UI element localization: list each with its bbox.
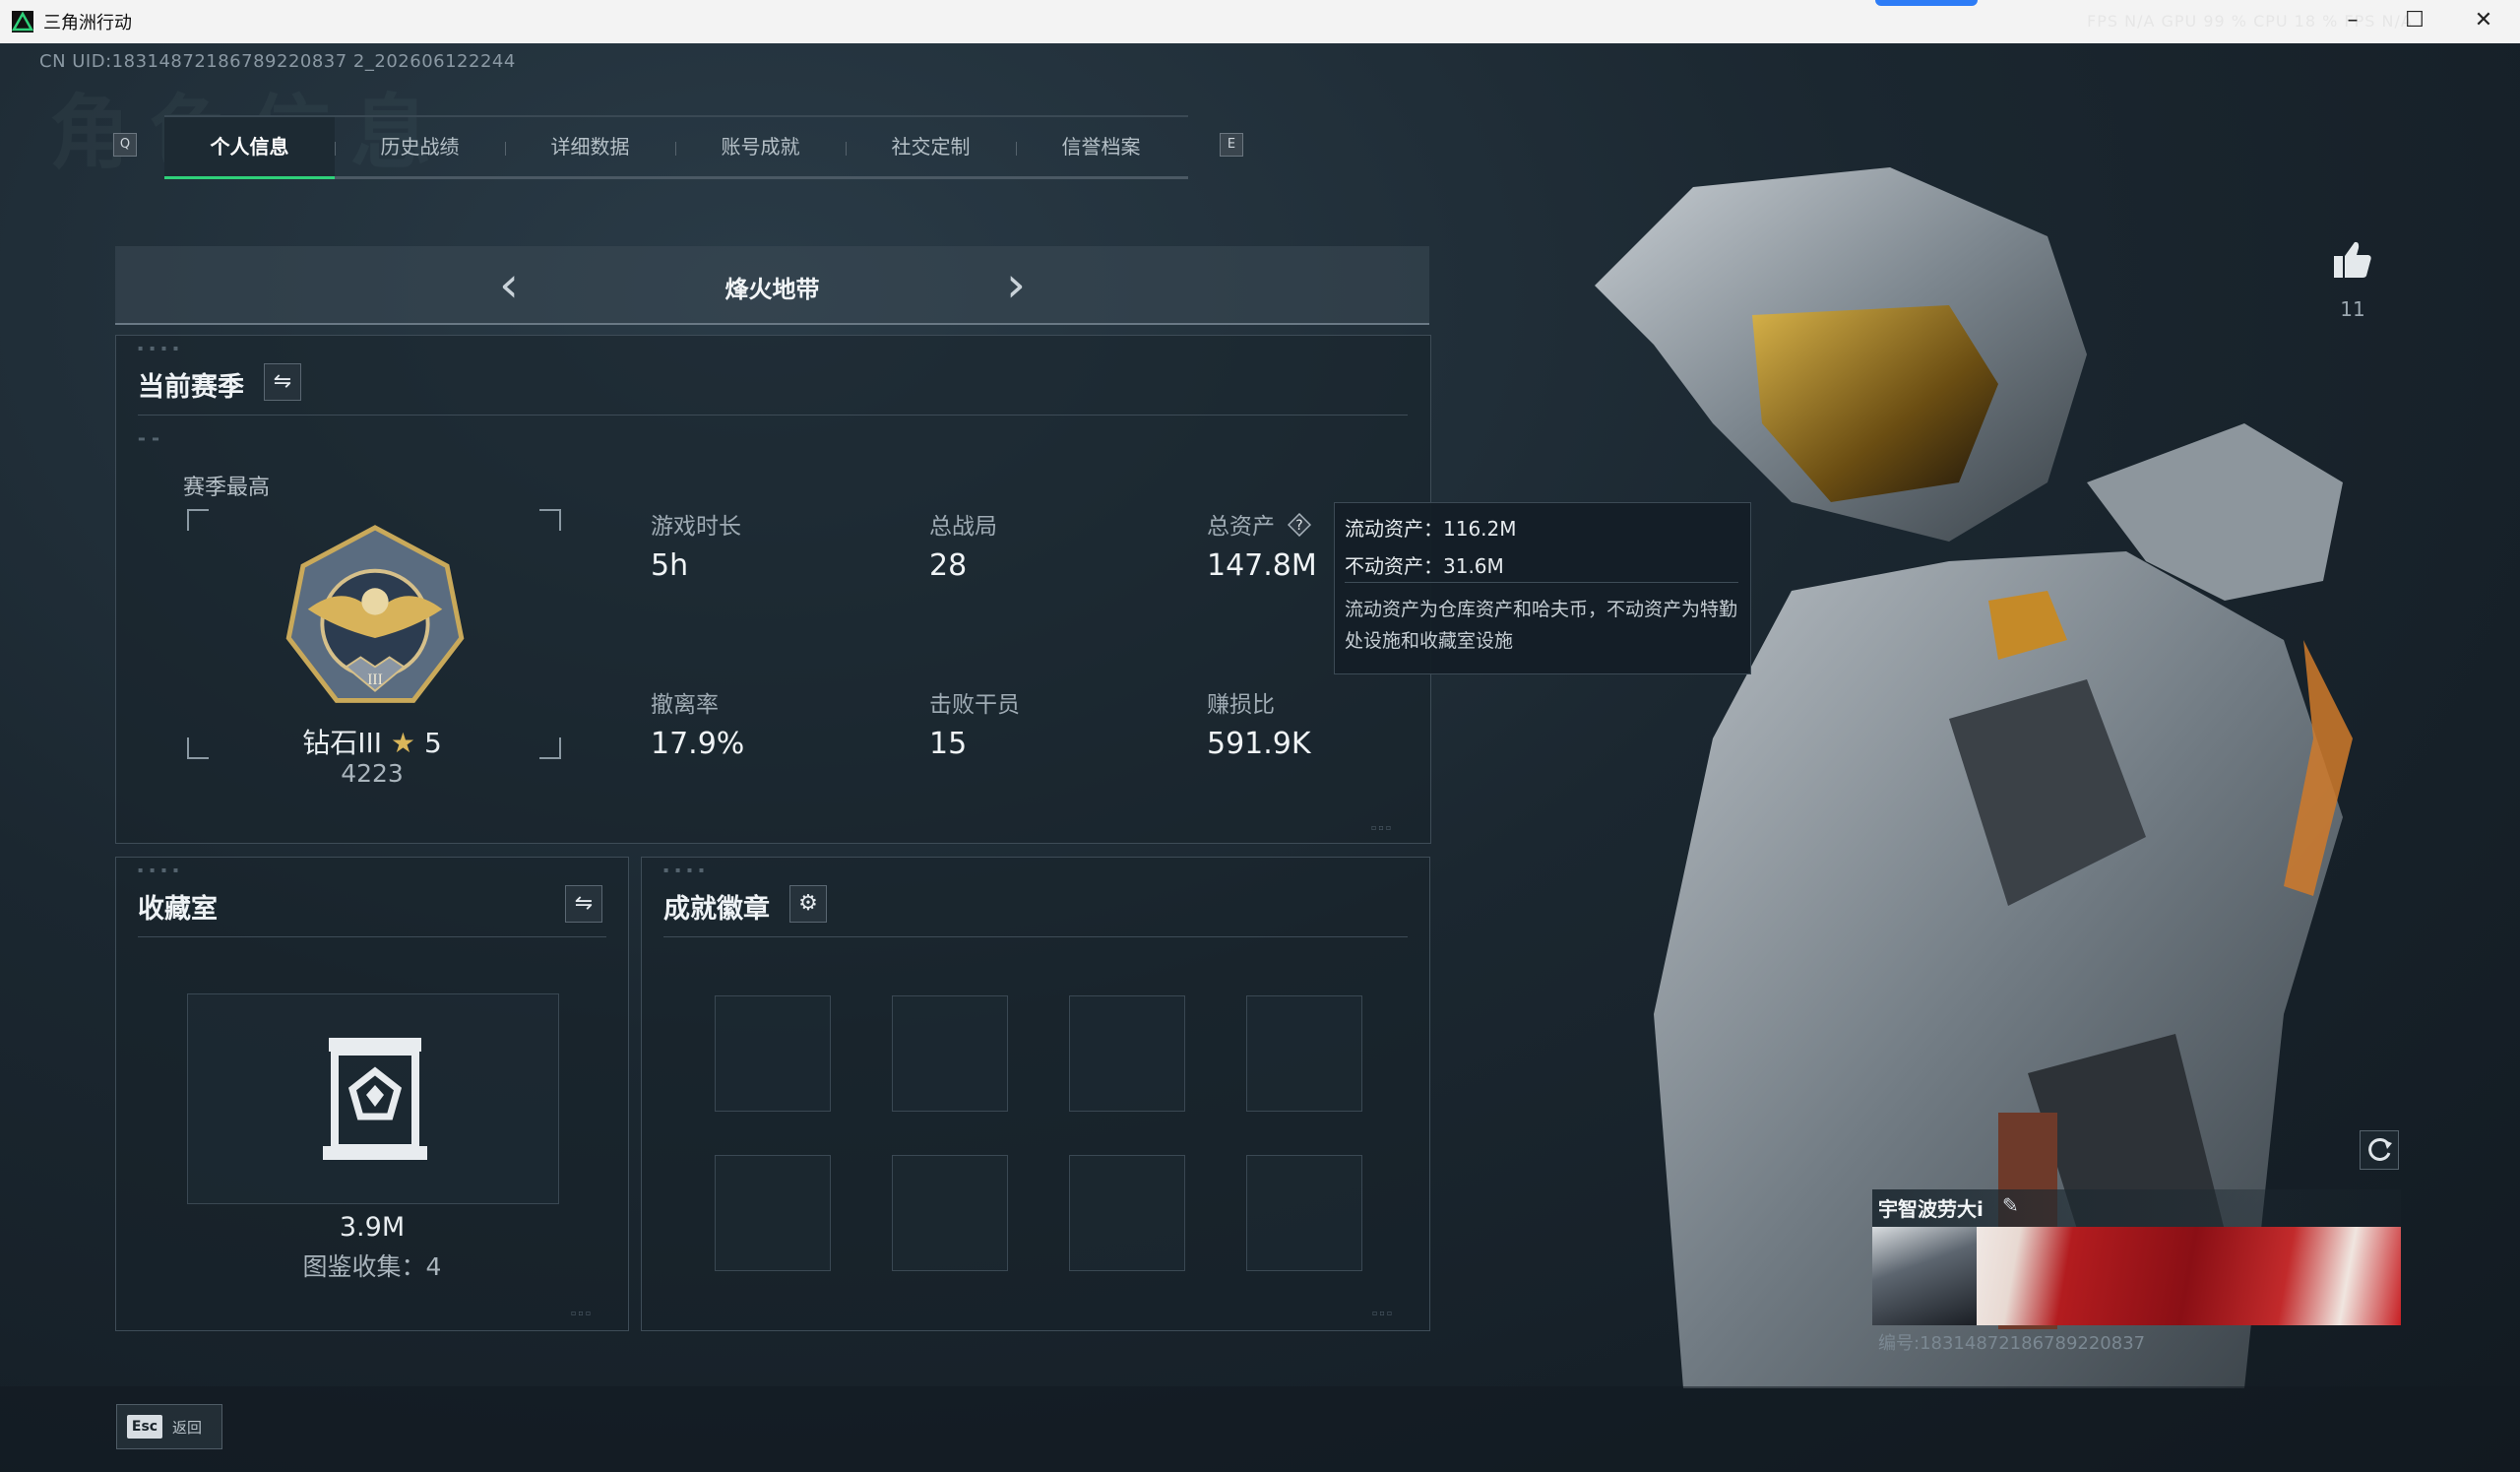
stat-value: 28 <box>929 548 968 583</box>
footer-bar <box>0 1386 2520 1472</box>
rank-tier: 钻石III <box>302 727 383 759</box>
frame-corner <box>187 509 209 531</box>
current-season-panel: ▪ ▪ ▪ ▪ 当前赛季 ⇋ ▬ ▬ 赛季最高 III 钻石III ★ 5 42… <box>115 335 1431 844</box>
achievements-title: 成就徽章 <box>663 894 770 925</box>
panel-deco: ▪ ▪ ▪ ▪ <box>138 344 181 352</box>
badge-slot[interactable] <box>1246 995 1362 1112</box>
help-icon[interactable]: ? <box>1288 512 1312 537</box>
stat-label: 游戏时长 <box>651 514 741 540</box>
like-count: 11 <box>2340 297 2365 321</box>
stat-label: 赚损比 <box>1207 692 1275 718</box>
rank-name: 钻石III ★ 5 <box>185 722 559 761</box>
stat-play-time: 游戏时长 5h <box>651 507 907 583</box>
panel-deco: ▪ ▪ ▪ ▪ <box>663 865 707 874</box>
season-title: 当前赛季 <box>138 372 244 403</box>
mode-name: 烽火地带 <box>724 276 820 303</box>
stat-label-text: 总资产 <box>1207 514 1275 540</box>
app-icon <box>12 11 33 32</box>
stat-label: 总战局 <box>929 514 997 540</box>
panel-deco: ▬ ▬ <box>138 434 161 443</box>
next-tab-key[interactable]: E <box>1220 133 1243 157</box>
stat-label: 击败干员 <box>929 692 1020 718</box>
badge-slot[interactable] <box>715 1155 831 1271</box>
panel-deco: ▫▫▫ <box>1371 823 1394 832</box>
panel-deco: ▪ ▪ ▪ ▪ <box>138 865 181 874</box>
tab-personal-info[interactable]: 个人信息 <box>164 117 335 179</box>
player-name: 宇智波劳大i <box>1878 1197 1984 1221</box>
asset-tooltip: 流动资产：116.2M 不动资产：31.6M 流动资产为仓库资产和哈夫币，不动资… <box>1334 502 1751 674</box>
close-button[interactable]: ✕ <box>2466 6 2501 35</box>
panel-deco: ▫▫▫ <box>1372 1309 1395 1317</box>
stat-extraction-rate: 撤离率 17.9% <box>651 685 907 761</box>
badge-slot[interactable] <box>1069 1155 1185 1271</box>
stat-value: 591.9K <box>1207 727 1311 761</box>
tab-social[interactable]: 社交定制 <box>846 117 1016 176</box>
swap-icon[interactable]: ⇋ <box>264 363 301 401</box>
collection-title: 收藏室 <box>138 894 218 925</box>
tab-detailed-data[interactable]: 详细数据 <box>505 117 675 176</box>
stat-operators-defeated: 击败干员 15 <box>929 685 1185 761</box>
mode-selector: ‹ 烽火地带 › <box>115 246 1429 325</box>
like-button[interactable]: 11 <box>2328 238 2377 321</box>
svg-text:?: ? <box>1296 518 1303 534</box>
stat-profit-loss-ratio: 赚损比 591.9K <box>1207 685 1463 761</box>
collection-panel: ▪ ▪ ▪ ▪ 收藏室 ⇋ 3.9M 图鉴收集：4 ▫▫▫ <box>115 857 629 1331</box>
badge-slot[interactable] <box>715 995 831 1112</box>
chevron-right-icon[interactable]: › <box>1006 260 1026 309</box>
refresh-icon[interactable] <box>2360 1130 2399 1170</box>
rank-score: 4223 <box>341 759 404 788</box>
back-label: 返回 <box>172 1419 203 1437</box>
stat-value: 17.9% <box>651 727 745 761</box>
tab-bar: Q 个人信息 历史战绩 详细数据 账号成就 社交定制 信誉档案 E <box>113 111 1243 179</box>
rank-stars: 5 <box>423 727 442 759</box>
tab-achievements[interactable]: 账号成就 <box>675 117 846 176</box>
divider <box>138 415 1408 416</box>
window-title-bar: 三角洲行动 FPS N/A GPU 99 % CPU 18 % FPS N/A … <box>0 0 2520 43</box>
collection-value: 3.9M <box>339 1212 406 1243</box>
panel-deco: ▫▫▫ <box>571 1309 594 1317</box>
asset-note: 流动资产为仓库资产和哈夫币，不动资产为特勤处设施和收藏室设施 <box>1345 599 1738 652</box>
badge-slot[interactable] <box>1069 995 1185 1112</box>
capture-indicator <box>1875 0 1978 6</box>
collection-showcase[interactable] <box>187 993 559 1204</box>
season-best-label: 赛季最高 <box>183 476 271 500</box>
badge-slot[interactable] <box>1246 1155 1362 1271</box>
stat-total-matches: 总战局 28 <box>929 507 1185 583</box>
stat-value: 5h <box>651 548 689 583</box>
window-title: 三角洲行动 <box>43 13 132 33</box>
name-card-banner <box>1977 1227 2401 1325</box>
star-icon: ★ <box>390 727 416 759</box>
showcase-icon <box>323 1038 427 1160</box>
badge-slot[interactable] <box>892 995 1008 1112</box>
fixed-assets: 不动资产：31.6M <box>1345 554 1504 578</box>
rank-badge-icon: III <box>285 525 465 703</box>
tab-strip: 个人信息 历史战绩 详细数据 账号成就 社交定制 信誉档案 <box>164 115 1188 179</box>
divider <box>138 936 606 937</box>
badge-slot[interactable] <box>892 1155 1008 1271</box>
edit-icon[interactable]: ✎ <box>2002 1193 2019 1217</box>
minimize-button[interactable]: – <box>2335 6 2370 35</box>
player-id: 编号:18314872186789220837 <box>1878 1333 2146 1354</box>
prev-tab-key[interactable]: Q <box>113 133 137 157</box>
swap-icon[interactable]: ⇋ <box>565 885 602 923</box>
liquid-assets: 流动资产：116.2M <box>1345 517 1517 541</box>
gear-icon[interactable]: ⚙ <box>789 885 827 923</box>
stat-label: 撤离率 <box>651 692 719 718</box>
tab-match-history[interactable]: 历史战绩 <box>335 117 505 176</box>
divider <box>663 936 1408 937</box>
frame-corner <box>539 509 561 531</box>
stat-value: 15 <box>929 727 968 761</box>
thumbs-up-icon <box>2334 241 2371 278</box>
player-card[interactable]: 宇智波劳大i ✎ 编号:18314872186789220837 <box>1872 1189 2401 1354</box>
svg-text:III: III <box>367 672 383 688</box>
tab-reputation[interactable]: 信誉档案 <box>1016 117 1186 176</box>
avatar <box>1872 1227 1977 1325</box>
esc-key: Esc <box>127 1415 162 1439</box>
catalog-count: 图鉴收集：4 <box>302 1252 442 1281</box>
divider <box>1345 582 1738 583</box>
achievement-badges-panel: ▪ ▪ ▪ ▪ 成就徽章 ⚙ ▫▫▫ <box>641 857 1430 1331</box>
maximize-button[interactable]: ☐ <box>2397 6 2432 35</box>
back-button[interactable]: Esc 返回 <box>116 1404 222 1449</box>
